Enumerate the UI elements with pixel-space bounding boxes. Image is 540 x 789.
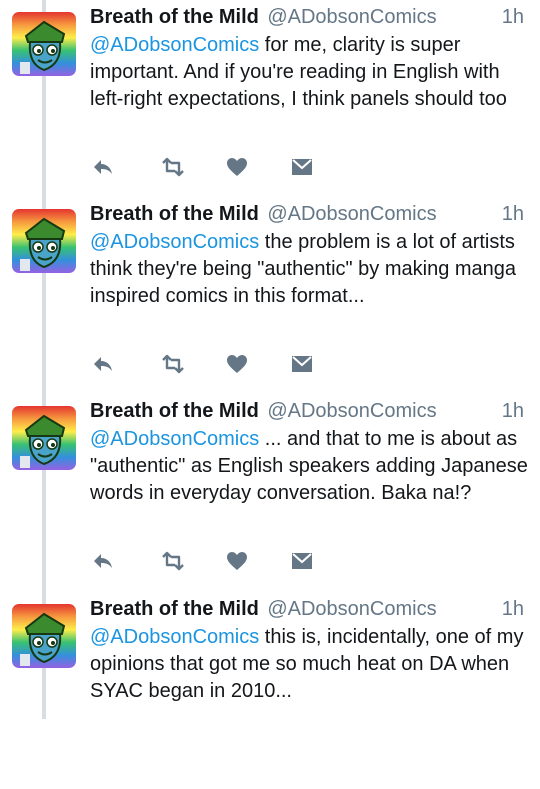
tweet[interactable]: Breath of the Mild @ADobsonComics 1h @AD…: [0, 592, 540, 789]
tweet-timestamp[interactable]: 1h: [502, 6, 524, 29]
like-icon[interactable]: [224, 155, 250, 179]
author-handle[interactable]: @ADobsonComics: [267, 203, 436, 225]
mention-link[interactable]: @ADobsonComics: [90, 34, 259, 56]
avatar[interactable]: [12, 12, 76, 76]
tweet-actions: [90, 155, 390, 179]
tweet[interactable]: Breath of the Mild @ADobsonComics 1h @AD…: [0, 0, 540, 197]
reply-icon[interactable]: [90, 155, 116, 179]
avatar[interactable]: [12, 604, 76, 668]
author-name[interactable]: Breath of the Mild: [90, 400, 259, 422]
author-name[interactable]: Breath of the Mild: [90, 203, 259, 225]
tweet-text: @ADobsonComics this is, incidentally, on…: [90, 624, 530, 705]
tweet[interactable]: Breath of the Mild @ADobsonComics 1h @AD…: [0, 197, 540, 394]
avatar[interactable]: [12, 209, 76, 273]
tweet-timestamp[interactable]: 1h: [502, 598, 524, 621]
tweet-actions: [90, 549, 390, 573]
reply-icon[interactable]: [90, 549, 116, 573]
tweet-timestamp[interactable]: 1h: [502, 203, 524, 226]
tweet[interactable]: Breath of the Mild @ADobsonComics 1h @AD…: [0, 394, 540, 591]
direct-message-icon[interactable]: [289, 155, 315, 179]
tweet-text: @ADobsonComics the problem is a lot of a…: [90, 229, 530, 310]
tweet-actions: [90, 352, 390, 376]
like-icon[interactable]: [224, 549, 250, 573]
retweet-icon[interactable]: [160, 155, 186, 179]
retweet-icon[interactable]: [160, 352, 186, 376]
direct-message-icon[interactable]: [289, 352, 315, 376]
mention-link[interactable]: @ADobsonComics: [90, 428, 259, 450]
mention-link[interactable]: @ADobsonComics: [90, 626, 259, 648]
retweet-icon[interactable]: [160, 549, 186, 573]
author-handle[interactable]: @ADobsonComics: [267, 598, 436, 620]
like-icon[interactable]: [224, 352, 250, 376]
avatar[interactable]: [12, 406, 76, 470]
reply-icon[interactable]: [90, 352, 116, 376]
author-name[interactable]: Breath of the Mild: [90, 6, 259, 28]
direct-message-icon[interactable]: [289, 549, 315, 573]
author-handle[interactable]: @ADobsonComics: [267, 6, 436, 28]
tweet-text: @ADobsonComics ... and that to me is abo…: [90, 426, 530, 507]
author-handle[interactable]: @ADobsonComics: [267, 400, 436, 422]
tweet-timestamp[interactable]: 1h: [502, 400, 524, 423]
mention-link[interactable]: @ADobsonComics: [90, 231, 259, 253]
tweet-text: @ADobsonComics for me, clarity is super …: [90, 32, 530, 113]
author-name[interactable]: Breath of the Mild: [90, 598, 259, 620]
